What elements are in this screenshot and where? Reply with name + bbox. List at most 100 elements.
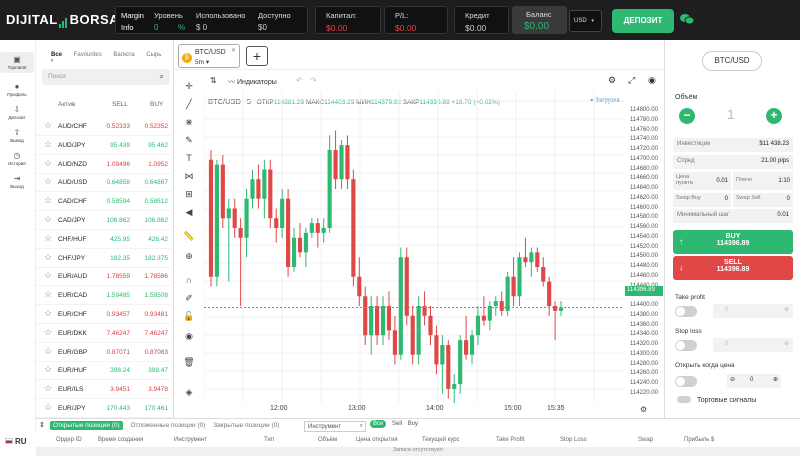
- asset-row[interactable]: ☆ CAD/CHF 0.58594 0.58612: [36, 193, 174, 212]
- close-icon[interactable]: ✕: [231, 47, 236, 54]
- asset-sell[interactable]: 1.59485: [107, 292, 131, 299]
- asset-buy[interactable]: 1.0952: [148, 161, 168, 168]
- deposit-button[interactable]: ДЕПОЗИТ: [612, 9, 674, 33]
- chevron-right-icon[interactable]: ›: [51, 58, 53, 64]
- layers-icon[interactable]: ◈: [182, 387, 196, 398]
- asset-sell[interactable]: 1.09496: [107, 161, 131, 168]
- asset-buy[interactable]: 426.42: [148, 236, 168, 243]
- asset-row[interactable]: ☆ EUR/HUF 398.24 398.47: [36, 362, 174, 381]
- settings-icon[interactable]: ⚙: [608, 75, 616, 86]
- asset-sell[interactable]: 0.93457: [107, 311, 131, 318]
- star-icon[interactable]: ☆: [44, 364, 52, 375]
- tab-commodities[interactable]: Сырь: [146, 52, 161, 58]
- nav-withdraw[interactable]: ⇧ Вывод: [0, 128, 34, 143]
- asset-buy[interactable]: 0.87083: [145, 349, 169, 356]
- star-icon[interactable]: ☆: [44, 176, 52, 187]
- asset-buy[interactable]: 106.862: [145, 217, 169, 224]
- text-icon[interactable]: T: [182, 153, 196, 163]
- brush-icon[interactable]: ✎: [182, 135, 196, 146]
- star-icon[interactable]: ☆: [44, 402, 52, 413]
- asset-sell[interactable]: 7.46247: [107, 330, 131, 337]
- asset-sell[interactable]: 170.443: [107, 405, 131, 412]
- star-icon[interactable]: ☆: [44, 195, 52, 206]
- star-icon[interactable]: ☆: [44, 139, 52, 150]
- asset-buy[interactable]: 95.462: [148, 142, 168, 149]
- filter-sell[interactable]: Sell: [392, 421, 402, 427]
- nav-history[interactable]: ◷ История: [0, 151, 34, 166]
- star-icon[interactable]: ☆: [44, 289, 52, 300]
- candlestick-chart[interactable]: [204, 91, 624, 403]
- asset-buy[interactable]: 398.47: [148, 367, 168, 374]
- asset-row[interactable]: ☆ CHF/HUF 425.95 426.42: [36, 231, 174, 249]
- asset-sell[interactable]: 106.862: [107, 217, 131, 224]
- chat-icon[interactable]: [680, 13, 695, 28]
- compare-icon[interactable]: ⇅: [210, 76, 217, 85]
- collapse-icon[interactable]: ⇕: [39, 421, 45, 429]
- asset-row[interactable]: ☆ EUR/CAD 1.59485 1.59508: [36, 287, 174, 306]
- currency-select[interactable]: USD ▾: [569, 10, 602, 32]
- asset-buy[interactable]: 0.64867: [145, 179, 169, 186]
- instrument-filter-input[interactable]: Инструмент ⌕: [304, 421, 366, 432]
- open-when-toggle[interactable]: [675, 376, 697, 387]
- volume-input[interactable]: 1: [727, 106, 735, 122]
- tab-currency[interactable]: Валюта: [113, 52, 134, 58]
- lock-icon[interactable]: 🔓: [182, 311, 196, 322]
- column-header[interactable]: Swap: [638, 437, 653, 443]
- filter-all[interactable]: Все: [370, 420, 387, 428]
- zoom-icon[interactable]: ⊕: [182, 251, 196, 262]
- nav-trade[interactable]: ▣ Торговля: [0, 52, 34, 73]
- tab-pending-positions[interactable]: Отложенные позиции (0): [130, 422, 205, 429]
- take-profit-input[interactable]: 0 ⊕: [713, 304, 793, 318]
- buy-button[interactable]: ↑ BUY 114396.89: [673, 230, 793, 254]
- star-icon[interactable]: ☆: [44, 120, 52, 131]
- asset-buy[interactable]: 7.46247: [145, 330, 169, 337]
- add-chart-button[interactable]: +: [246, 46, 268, 66]
- column-header[interactable]: Время создания: [98, 437, 143, 443]
- asset-row[interactable]: ☆ CAD/JPY 106.862 106.862: [36, 212, 174, 230]
- asset-row[interactable]: ☆ EUR/GBP 0.87071 0.87083: [36, 344, 174, 362]
- asset-sell[interactable]: 398.24: [110, 367, 130, 374]
- camera-icon[interactable]: ◉: [648, 75, 656, 86]
- column-header[interactable]: Объём: [318, 437, 337, 443]
- asset-row[interactable]: ☆ AUD/JPY 95.439 95.462: [36, 137, 174, 155]
- column-header[interactable]: Take Profit: [496, 437, 524, 443]
- ruler-icon[interactable]: 📏: [182, 231, 196, 242]
- volume-increase-button[interactable]: +: [766, 108, 782, 124]
- redo-icon[interactable]: ↷: [310, 76, 317, 85]
- column-header[interactable]: Прибыль $: [684, 437, 714, 443]
- pencil-icon[interactable]: ✐: [182, 293, 196, 304]
- column-header[interactable]: Stop Loss: [560, 437, 587, 443]
- star-icon[interactable]: ☆: [44, 214, 52, 225]
- asset-buy[interactable]: 0.58612: [145, 198, 169, 205]
- arrow-left-icon[interactable]: ◀: [182, 207, 196, 218]
- take-profit-toggle[interactable]: [675, 306, 697, 317]
- asset-sell[interactable]: 0.58594: [107, 198, 131, 205]
- asset-buy[interactable]: 0.52352: [145, 123, 169, 130]
- sell-button[interactable]: ↓ SELL 114396.89: [673, 256, 793, 280]
- undo-icon[interactable]: ↶: [296, 76, 303, 85]
- asset-buy[interactable]: 1.59508: [145, 292, 169, 299]
- asset-sell[interactable]: 3.9451: [110, 386, 130, 393]
- nav-profile[interactable]: ● Профиль: [0, 82, 34, 97]
- asset-row[interactable]: ☆ EUR/ILS 3.9451 3.9478: [36, 381, 174, 400]
- chart-tab-btcusd[interactable]: ₿ BTC/USD 5m ▾ ✕: [178, 44, 240, 68]
- asset-sell[interactable]: 1.78559: [107, 273, 131, 280]
- stop-loss-toggle[interactable]: [675, 340, 697, 351]
- fib-icon[interactable]: ⋇: [182, 117, 196, 128]
- stop-loss-input[interactable]: 0 ⊕: [713, 338, 793, 352]
- star-icon[interactable]: ☆: [44, 327, 52, 338]
- indicators-button[interactable]: 〰 Индикаторы: [228, 77, 277, 87]
- star-icon[interactable]: ☆: [44, 233, 52, 244]
- asset-row[interactable]: ☆ EUR/AUD 1.78559 1.78586: [36, 268, 174, 287]
- pattern-icon[interactable]: ⋈: [182, 171, 196, 182]
- asset-row[interactable]: ☆ AUD/USD 0.64858 0.64867: [36, 174, 174, 193]
- star-icon[interactable]: ☆: [44, 270, 52, 281]
- star-icon[interactable]: ☆: [44, 383, 52, 394]
- asset-sell[interactable]: 0.52333: [107, 123, 131, 130]
- asset-sell[interactable]: 0.87071: [107, 349, 131, 356]
- column-header[interactable]: Инструмент: [174, 437, 207, 443]
- asset-sell[interactable]: 425.95: [110, 236, 130, 243]
- chart-settings-icon[interactable]: ⚙: [640, 405, 647, 414]
- asset-search-input[interactable]: Поиск ⌕: [42, 69, 170, 85]
- eye-icon[interactable]: ◉: [182, 331, 196, 342]
